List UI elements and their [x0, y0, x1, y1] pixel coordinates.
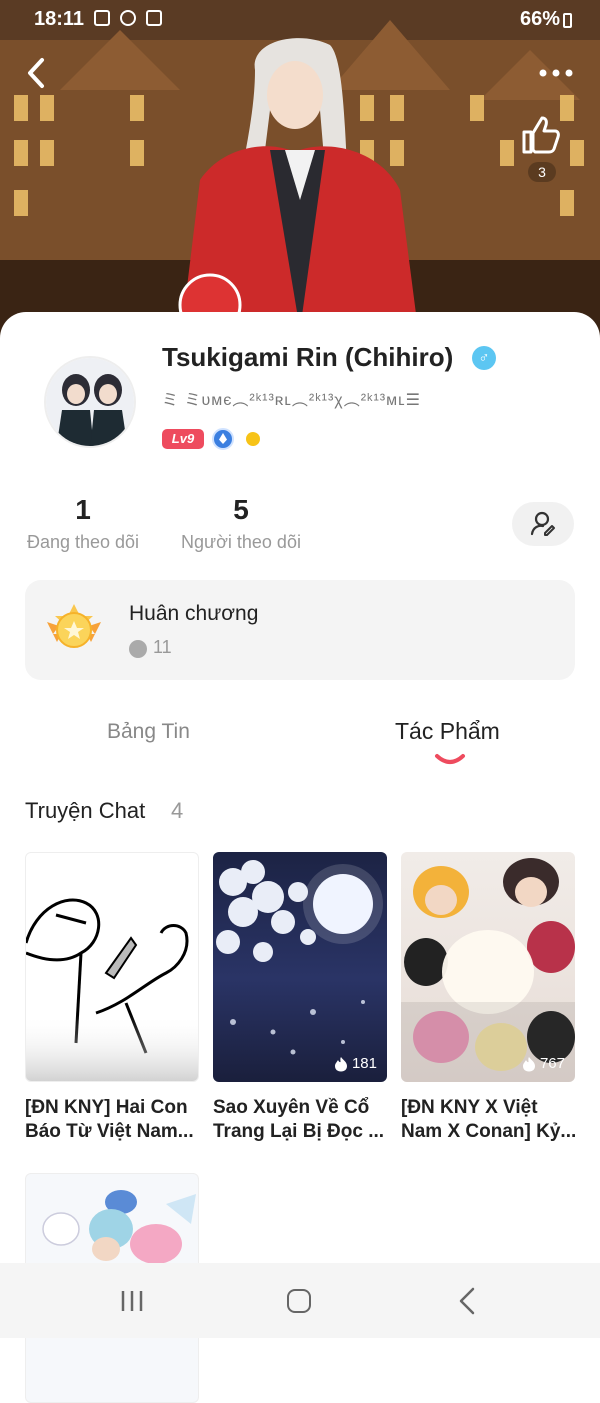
- story-cover: [25, 852, 199, 1082]
- story-title: [ĐN KNY X Việt Nam X Conan] Kỷ...: [401, 1096, 575, 1144]
- status-time: 18:11: [34, 8, 85, 30]
- followers-stat[interactable]: 5 Người theo dõi: [178, 494, 304, 553]
- back-icon[interactable]: [22, 56, 52, 90]
- story-title: [ĐN KNY] Hai Con Báo Từ Việt Nam...: [25, 1096, 199, 1144]
- section-title: Truyện Chat: [25, 798, 146, 823]
- avatar[interactable]: [44, 356, 136, 448]
- story-card[interactable]: 767 [ĐN KNY X Việt Nam X Conan] Kỷ...: [401, 852, 575, 1144]
- check-icon: [146, 10, 162, 26]
- views-count: 767: [539, 1055, 565, 1072]
- views-count: 181: [351, 1055, 377, 1072]
- story-title-line1: [ĐN KNY X Việt: [401, 1097, 538, 1118]
- system-nav-bar: [0, 1263, 600, 1338]
- profile-nickname: ミ ミᴜᴍє︵²ᵏ¹³ʀʟ︵²ᵏ¹³χ︵²ᵏ¹³ᴍʟ☰: [162, 392, 421, 409]
- thumbs-up-icon[interactable]: [518, 112, 562, 156]
- story-title-line2: Báo Từ Việt Nam...: [25, 1121, 194, 1142]
- calendar-icon: [94, 10, 110, 26]
- followers-label: Người theo dõi: [181, 532, 301, 552]
- story-cover: 767: [401, 852, 575, 1082]
- tab-feed[interactable]: Bảng Tin: [107, 720, 190, 744]
- story-title-line2: Trang Lại Bị Đọc ...: [213, 1121, 385, 1142]
- recent-apps-icon[interactable]: [120, 1289, 144, 1313]
- fire-icon: [522, 1056, 535, 1071]
- story-title: Sao Xuyên Về Cổ Trang Lại Bị Đọc ...: [213, 1096, 387, 1144]
- banner-background: [0, 0, 600, 345]
- tab-active-indicator: [435, 754, 465, 764]
- avatar-image: [46, 358, 134, 446]
- profile-sheet: Tsukigami Rin (Chihiro) ♂ ミ ミᴜᴍє︵²ᵏ¹³ʀʟ︵…: [0, 312, 600, 1403]
- following-label: Đang theo dõi: [26, 532, 140, 552]
- like-count: 3: [528, 162, 556, 182]
- medals-title: Huân chương: [129, 602, 259, 625]
- level-badge[interactable]: Lv9: [162, 429, 204, 449]
- medals-card[interactable]: Huân chương 11: [25, 580, 575, 680]
- medals-count: 11: [153, 637, 172, 657]
- person-edit-icon: [530, 511, 555, 536]
- fire-icon: [334, 1056, 347, 1071]
- story-title-line1: [ĐN KNY] Hai Con: [25, 1097, 188, 1118]
- battery-percent: 66%: [519, 8, 560, 30]
- profile-name: Tsukigami Rin (Chihiro): [162, 342, 454, 372]
- male-icon: ♂: [472, 346, 496, 370]
- tab-works[interactable]: Tác Phẩm: [395, 718, 500, 745]
- more-icon[interactable]: [538, 64, 574, 82]
- nav-back-icon[interactable]: [458, 1287, 476, 1315]
- followers-count: 5: [233, 494, 249, 525]
- following-count: 1: [75, 494, 91, 525]
- story-card[interactable]: [ĐN KNY] Hai Con Báo Từ Việt Nam...: [25, 852, 199, 1144]
- medal-icon: [47, 604, 101, 648]
- views-badge: 767: [522, 1055, 565, 1072]
- story-card[interactable]: 181 Sao Xuyên Về Cổ Trang Lại Bị Đọc ...: [213, 852, 387, 1144]
- profile-banner: 18:11 66% 3: [0, 0, 600, 345]
- verified-badge-icon[interactable]: [212, 428, 234, 450]
- battery-icon: [563, 13, 572, 28]
- story-cover: 181: [213, 852, 387, 1082]
- following-stat[interactable]: 1 Đang theo dõi: [24, 494, 142, 553]
- section-count: 4: [171, 798, 184, 823]
- star-coin-icon: [129, 640, 147, 658]
- status-bar: 18:11 66%: [0, 0, 600, 40]
- edit-profile-button[interactable]: [512, 502, 574, 546]
- home-icon[interactable]: [287, 1289, 311, 1313]
- story-title-line1: Sao Xuyên Về Cổ: [213, 1097, 370, 1118]
- circle-icon: [120, 10, 136, 26]
- gold-badge-icon[interactable]: [246, 432, 260, 446]
- story-title-line2: Nam X Conan] Kỷ...: [401, 1121, 575, 1142]
- views-badge: 181: [334, 1055, 377, 1072]
